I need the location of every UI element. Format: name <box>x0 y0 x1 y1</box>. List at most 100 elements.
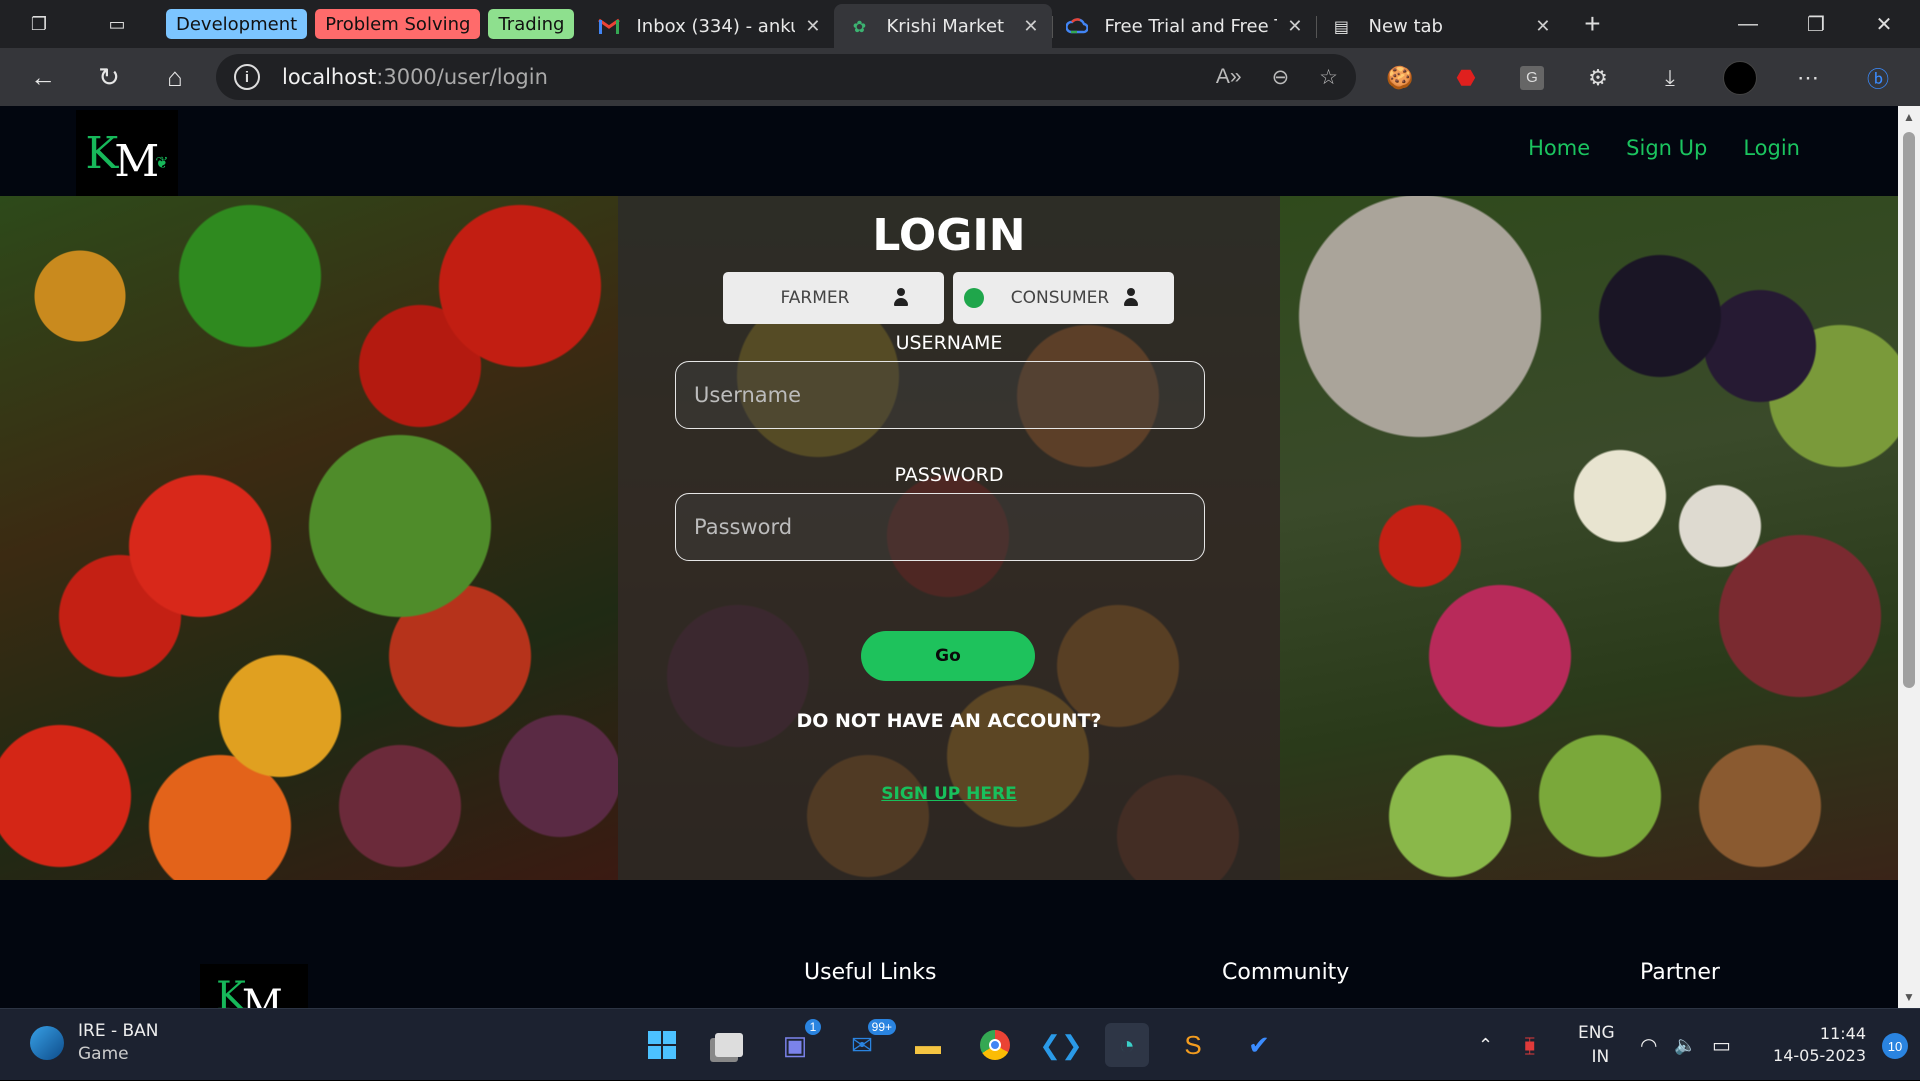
logo-letter-m: M <box>241 982 283 1008</box>
nav-login-link[interactable]: Login <box>1743 136 1800 160</box>
close-tab-icon[interactable]: ✕ <box>1535 16 1550 37</box>
taskbar: IRE - BAN Game ▣ 1 ✉ 99+ ▬ ❮❯ ◔ S ✔ ⌃ ⧯ EN… <box>0 1008 1920 1080</box>
produce-image-left <box>0 196 618 880</box>
date: 14-05-2023 <box>1773 1046 1866 1065</box>
footer-heading-community: Community <box>1222 960 1350 985</box>
site-info-icon[interactable]: i <box>234 64 260 90</box>
close-tab-icon[interactable]: ✕ <box>1287 16 1302 37</box>
user-icon <box>894 288 908 308</box>
workspaces-icon[interactable]: ❐ <box>20 0 58 48</box>
file-explorer-icon[interactable]: ▬ <box>906 1023 950 1067</box>
url-host: localhost <box>282 65 377 89</box>
teams-badge: 1 <box>803 1017 823 1037</box>
logo-letter-k: K <box>85 127 118 179</box>
battery-icon[interactable]: ▭ <box>1712 1009 1731 1081</box>
weather-widget[interactable]: IRE - BAN Game <box>30 1021 159 1064</box>
show-hidden-icons[interactable]: ⌃ <box>1478 1009 1493 1081</box>
more-menu-icon[interactable]: ⋯ <box>1790 60 1826 96</box>
tab-title: Inbox (334) - ankush <box>636 15 795 37</box>
reload-button[interactable]: ↻ <box>80 53 138 101</box>
login-title: LOGIN <box>872 210 1026 261</box>
tab-actions-icon[interactable]: ▭ <box>98 0 136 48</box>
tray-app-icon[interactable]: ⧯ <box>1524 1009 1535 1081</box>
start-button[interactable] <box>640 1023 684 1067</box>
read-aloud-icon[interactable]: A» <box>1216 65 1242 89</box>
close-window-button[interactable]: ✕ <box>1850 0 1918 48</box>
widget-subtitle: Game <box>78 1044 129 1064</box>
role-consumer-button[interactable]: CONSUMER <box>953 272 1174 324</box>
home-button[interactable]: ⌂ <box>146 53 204 101</box>
tab-group-trading[interactable]: Trading <box>488 9 575 39</box>
sublime-text-icon[interactable]: S <box>1171 1023 1215 1067</box>
tab-free-trial[interactable]: Free Trial and Free Ti ✕ <box>1052 4 1316 48</box>
tab-title: Krishi Market <box>886 15 1005 37</box>
edge-icon[interactable]: ◔ <box>1105 1023 1149 1067</box>
grammar-extension-icon[interactable]: G <box>1514 60 1550 96</box>
footer-logo: KM <box>200 964 308 1008</box>
role-label: FARMER <box>780 288 850 308</box>
tab-krishi-market[interactable]: ✿ Krishi Market ✕ <box>834 4 1053 48</box>
site-nav: Home Sign Up Login <box>1528 136 1800 160</box>
vscode-icon[interactable]: ❮❯ <box>1039 1023 1083 1067</box>
time: 11:44 <box>1819 1024 1866 1043</box>
mail-icon[interactable]: ✉ 99+ <box>840 1017 898 1067</box>
signup-here-link[interactable]: SIGN UP HERE <box>618 784 1280 804</box>
go-button[interactable]: Go <box>861 631 1035 681</box>
close-tab-icon[interactable]: ✕ <box>805 16 820 37</box>
url-path: :3000/user/login <box>376 65 548 89</box>
teams-chat-icon[interactable]: ▣ 1 <box>773 1017 823 1067</box>
password-label: PASSWORD <box>894 464 1004 486</box>
tab-group-problem-solving[interactable]: Problem Solving <box>315 9 481 39</box>
new-tab-button[interactable]: + <box>1570 2 1614 46</box>
nav-home-link[interactable]: Home <box>1528 136 1590 160</box>
hero-section: LOGIN FARMER CONSUMER USERNAME PASSWORD … <box>0 196 1898 880</box>
adblock-extension-icon[interactable]: ⬣ <box>1448 60 1484 96</box>
site-favicon-icon: ✿ <box>852 16 867 36</box>
cookie-extension-icon[interactable]: 🍪 <box>1382 60 1418 96</box>
wifi-icon[interactable]: ◠ <box>1640 1009 1657 1081</box>
logo-letter-k: K <box>216 974 246 1008</box>
widget-title: IRE - BAN <box>78 1021 159 1041</box>
task-view-icon[interactable] <box>707 1023 751 1067</box>
footer-heading-partner: Partner <box>1640 960 1720 985</box>
todo-icon[interactable]: ✔ <box>1237 1023 1281 1067</box>
site-header: KM❦ Home Sign Up Login <box>0 106 1898 196</box>
scroll-up-icon[interactable]: ▲ <box>1902 110 1916 124</box>
user-icon <box>1124 288 1138 308</box>
add-favorite-icon[interactable]: ☆ <box>1319 65 1338 90</box>
no-account-text: DO NOT HAVE AN ACCOUNT? <box>796 710 1102 732</box>
nav-signup-link[interactable]: Sign Up <box>1626 136 1707 160</box>
login-card: LOGIN FARMER CONSUMER USERNAME PASSWORD … <box>618 196 1280 880</box>
tab-group-development[interactable]: Development <box>166 9 308 39</box>
back-button[interactable]: ← <box>14 53 72 101</box>
scroll-down-icon[interactable]: ▼ <box>1902 990 1916 1004</box>
language-indicator[interactable]: ENG IN <box>1578 1009 1615 1081</box>
clock[interactable]: 11:44 14-05-2023 <box>1773 1023 1866 1067</box>
browser-toolbar: ← ↻ ⌂ i localhost:3000/user/login A» ⊖ ☆ <box>0 48 1920 106</box>
notification-count[interactable]: 10 <box>1882 1033 1908 1059</box>
web-page: KM❦ Home Sign Up Login LOGIN FARMER CONS… <box>0 106 1898 1008</box>
role-farmer-button[interactable]: FARMER <box>723 272 944 324</box>
site-footer: KM Useful Links Community Partner <box>0 880 1898 1008</box>
zoom-icon[interactable]: ⊖ <box>1272 65 1290 90</box>
tab-new-tab[interactable]: ▤ New tab ✕ <box>1316 4 1564 48</box>
tab-inbox[interactable]: Inbox (334) - ankush ✕ <box>584 4 834 48</box>
tab-title: New tab <box>1368 15 1443 37</box>
browser-tab-strip: ❐ ▭ Development Problem Solving Trading … <box>0 0 1920 48</box>
new-tab-page-icon: ▤ <box>1333 16 1350 36</box>
downloads-icon[interactable]: ⤓ <box>1652 60 1688 96</box>
minimize-button[interactable]: — <box>1714 0 1782 48</box>
copilot-icon[interactable]: ⓑ <box>1860 60 1896 96</box>
restore-button[interactable]: ❐ <box>1782 0 1850 48</box>
volume-icon[interactable]: 🔈 <box>1674 1009 1696 1081</box>
address-bar[interactable]: i localhost:3000/user/login A» ⊖ ☆ <box>216 54 1356 100</box>
scroll-thumb[interactable] <box>1903 132 1915 688</box>
password-input[interactable] <box>675 493 1205 561</box>
site-logo[interactable]: KM❦ <box>76 110 178 196</box>
profile-avatar[interactable] <box>1722 60 1758 96</box>
page-scrollbar[interactable]: ▲ ▼ <box>1898 106 1920 1008</box>
close-tab-icon[interactable]: ✕ <box>1023 16 1038 37</box>
username-input[interactable] <box>675 361 1205 429</box>
extensions-icon[interactable]: ⚙ <box>1580 60 1616 96</box>
chrome-icon[interactable] <box>973 1023 1017 1067</box>
